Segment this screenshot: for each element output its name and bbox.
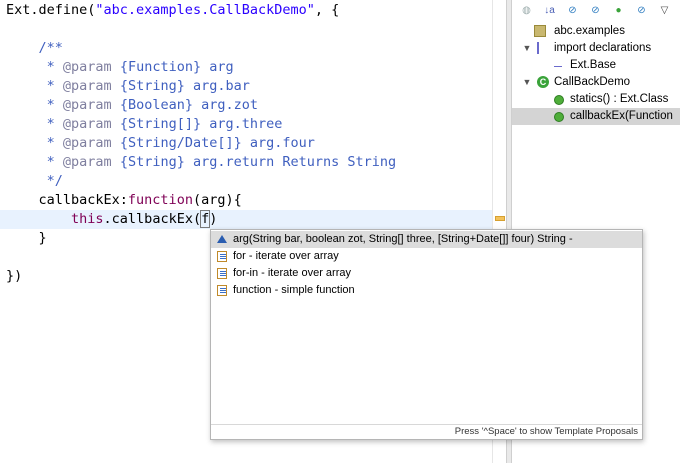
- code-line[interactable]: [0, 20, 498, 39]
- class-icon: C: [537, 76, 549, 88]
- outline-item-label: statics() : Ext.Class: [570, 93, 669, 105]
- code-token: @param: [62, 116, 112, 132]
- code-line[interactable]: this.callbackEx(f): [0, 210, 498, 229]
- public-icon[interactable]: ●: [612, 4, 625, 17]
- expand-arrow-icon[interactable]: ▼: [522, 40, 532, 57]
- code-line[interactable]: callbackEx:function(arg){: [0, 191, 498, 210]
- imports-icon: [537, 42, 547, 54]
- code-token: this: [71, 211, 104, 227]
- template-icon: [217, 251, 227, 262]
- code-token: {String} arg.return Returns String: [111, 154, 397, 170]
- outline-item[interactable]: callbackEx(Function: [512, 108, 680, 125]
- method-icon: [554, 112, 564, 122]
- code-line[interactable]: * @param {Boolean} arg.zot: [0, 96, 498, 115]
- code-token: {Boolean} arg.zot: [111, 97, 258, 113]
- code-token: }: [6, 230, 47, 246]
- code-token: Ext.define(: [6, 2, 96, 18]
- code-line[interactable]: * @param {String} arg.bar: [0, 77, 498, 96]
- hide-local-icon[interactable]: ⊘: [635, 4, 648, 17]
- outline-item[interactable]: Ext.Base: [512, 57, 680, 74]
- proposal-label: function - simple function: [233, 284, 355, 296]
- code-token: {Function} arg: [111, 59, 234, 75]
- content-assist-popup: arg(String bar, boolean zot, String[] th…: [210, 229, 643, 440]
- code-token: function: [127, 192, 193, 208]
- outline-item[interactable]: statics() : Ext.Class: [512, 91, 680, 108]
- code-token: *: [6, 135, 63, 151]
- code-token: (arg){: [192, 192, 242, 208]
- import-icon: [554, 59, 562, 67]
- code-line[interactable]: */: [0, 172, 498, 191]
- code-token: ): [209, 211, 218, 227]
- code-token: *: [6, 97, 63, 113]
- code-token: @param: [62, 135, 112, 151]
- code-token: .callbackEx(: [103, 211, 202, 227]
- content-assist-status: Press '^Space' to show Template Proposal…: [211, 424, 642, 439]
- proposal-item[interactable]: for-in - iterate over array: [211, 265, 642, 282]
- code-token: @param: [62, 154, 112, 170]
- code-token: /**: [6, 40, 63, 56]
- proposal-label: for - iterate over array: [233, 250, 339, 262]
- code-token: @param: [62, 97, 112, 113]
- proposal-label: arg(String bar, boolean zot, String[] th…: [233, 233, 573, 245]
- proposal-item[interactable]: for - iterate over array: [211, 248, 642, 265]
- status-text: Press '^Space' to show Template Proposal…: [454, 426, 638, 437]
- outline-toolbar: ◍ ↓a ⊘ ⊘ ● ⊘ ▽: [512, 0, 680, 22]
- code-token: *: [6, 59, 63, 75]
- code-token: {String} arg.bar: [111, 78, 250, 94]
- outline-item-label: abc.examples: [554, 25, 625, 37]
- code-token: @param: [62, 78, 112, 94]
- code-token: *: [6, 154, 63, 170]
- sort-alpha-icon[interactable]: ↓a: [543, 4, 556, 17]
- proposal-item[interactable]: function - simple function: [211, 282, 642, 299]
- code-token: callbackEx:: [6, 192, 128, 208]
- group-icon[interactable]: ◍: [520, 4, 533, 17]
- view-menu-icon[interactable]: ▽: [658, 4, 671, 17]
- proposal-item[interactable]: arg(String bar, boolean zot, String[] th…: [211, 231, 642, 248]
- code-line[interactable]: * @param {String} arg.return Returns Str…: [0, 153, 498, 172]
- arg-proposal-icon: [217, 235, 227, 243]
- template-icon: [217, 268, 227, 279]
- code-line[interactable]: /**: [0, 39, 498, 58]
- code-token: *: [6, 116, 63, 132]
- caret-token: f: [200, 210, 211, 228]
- outline-item-label: import declarations: [554, 42, 652, 54]
- expand-arrow-icon[interactable]: ▼: [522, 74, 532, 91]
- code-token: @param: [62, 59, 112, 75]
- code-token: {String[]} arg.three: [111, 116, 283, 132]
- code-token: "abc.examples.CallBackDemo": [95, 2, 315, 18]
- code-line[interactable]: * @param {String/Date[]} arg.four: [0, 134, 498, 153]
- proposal-label: for-in - iterate over array: [233, 267, 351, 279]
- code-line[interactable]: * @param {Function} arg: [0, 58, 498, 77]
- code-line[interactable]: Ext.define("abc.examples.CallBackDemo", …: [0, 1, 498, 20]
- outline-item-label: callbackEx(Function: [570, 110, 673, 122]
- code-token: , {: [314, 2, 340, 18]
- template-icon: [217, 285, 227, 296]
- method-icon: [554, 95, 564, 105]
- outline-item-label: CallBackDemo: [554, 76, 631, 88]
- hide-fields-icon[interactable]: ⊘: [566, 4, 579, 17]
- outline-item-label: Ext.Base: [570, 59, 617, 71]
- outline-item[interactable]: abc.examples: [512, 23, 680, 40]
- code-token: *: [6, 78, 63, 94]
- outline-item[interactable]: ▼ C CallBackDemo: [512, 74, 680, 91]
- hide-static-icon[interactable]: ⊘: [589, 4, 602, 17]
- outline-item[interactable]: ▼ import declarations: [512, 40, 680, 57]
- occurrence-marker[interactable]: [495, 216, 505, 221]
- code-token: */: [6, 173, 63, 189]
- package-icon: [534, 25, 546, 37]
- code-token: {String/Date[]} arg.four: [111, 135, 315, 151]
- code-token: }): [6, 268, 23, 284]
- code-line[interactable]: * @param {String[]} arg.three: [0, 115, 498, 134]
